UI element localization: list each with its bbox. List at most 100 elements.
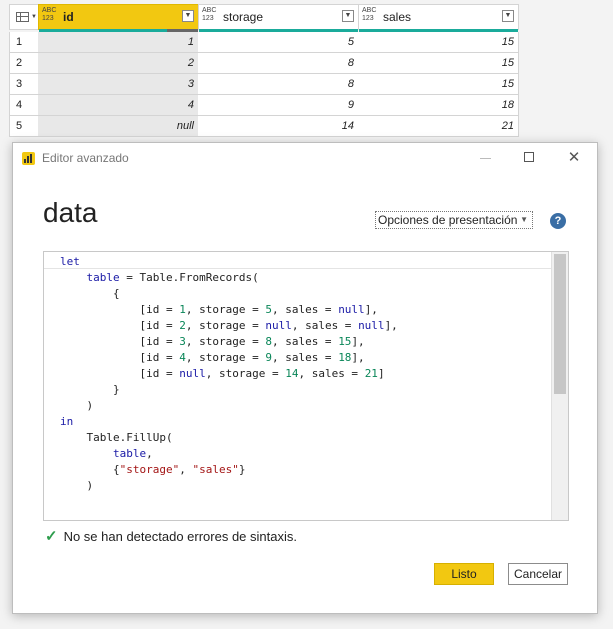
code-token: ) xyxy=(60,479,94,492)
code-token: [id = xyxy=(60,319,180,332)
cell-id[interactable]: 3 xyxy=(38,74,199,95)
row-number[interactable]: 5 xyxy=(9,116,39,137)
code-line: { xyxy=(60,286,398,302)
code-line: } xyxy=(60,382,398,398)
cell-storage[interactable]: 14 xyxy=(198,116,359,137)
code-token: 5 xyxy=(265,303,272,316)
type-icon-any: ABC 123 xyxy=(202,7,217,22)
code-line: [id = 1, storage = 5, sales = null], xyxy=(60,302,398,318)
cancel-button[interactable]: Cancelar xyxy=(508,563,568,585)
code-token: ], xyxy=(351,335,365,348)
code-token: 1 xyxy=(179,303,186,316)
code-token: , sales = xyxy=(271,335,339,348)
table-menu-button[interactable]: ▼ xyxy=(9,4,39,30)
checkmark-icon: ✓ xyxy=(45,528,58,545)
code-line: in xyxy=(60,414,398,430)
table-row[interactable]: 3 3 8 15 xyxy=(9,74,519,95)
cell-storage[interactable]: 8 xyxy=(198,74,359,95)
code-token: ) xyxy=(60,399,94,412)
grid-body: 1 1 5 15 2 2 8 15 3 3 8 15 4 4 9 18 5 null 14 21 xyxy=(9,32,519,137)
code-line: ) xyxy=(60,478,398,494)
cell-storage[interactable]: 5 xyxy=(198,32,359,53)
title-bar[interactable]: Editor avanzado ✕ xyxy=(13,143,597,173)
code-text[interactable]: let table = Table.FromRecords( { [id = 1… xyxy=(60,254,398,494)
code-token: [id = xyxy=(60,335,180,348)
code-line: table = Table.FromRecords( xyxy=(60,270,398,286)
cell-sales[interactable]: 21 xyxy=(358,116,519,137)
column-name: id xyxy=(63,10,74,24)
cell-sales[interactable]: 18 xyxy=(358,95,519,116)
cell-id[interactable]: 4 xyxy=(38,95,199,116)
code-editor[interactable]: let table = Table.FromRecords( { [id = 1… xyxy=(43,251,569,521)
maximize-button[interactable] xyxy=(515,147,543,169)
code-token: [id = xyxy=(60,303,180,316)
help-icon[interactable]: ? xyxy=(550,213,566,229)
filter-dropdown-icon[interactable]: ▼ xyxy=(342,10,354,22)
code-token: { xyxy=(60,463,120,476)
chevron-down-icon: ▼ xyxy=(520,215,528,224)
cell-storage[interactable]: 9 xyxy=(198,95,359,116)
code-token: , sales = xyxy=(291,319,359,332)
done-button[interactable]: Listo xyxy=(434,563,494,585)
window-title: Editor avanzado xyxy=(42,151,129,165)
code-token: let xyxy=(60,255,80,268)
cell-storage[interactable]: 8 xyxy=(198,53,359,74)
cell-id[interactable]: 1 xyxy=(38,32,199,53)
code-line: ) xyxy=(60,398,398,414)
type-icon-any: ABC 123 xyxy=(362,7,377,22)
scrollbar-thumb[interactable] xyxy=(554,254,566,394)
code-token: [id = xyxy=(60,351,180,364)
syntax-status-text: No se han detectado errores de sintaxis. xyxy=(63,529,297,544)
vertical-scrollbar[interactable] xyxy=(551,252,568,520)
code-token: , storage = xyxy=(185,351,266,364)
table-row[interactable]: 4 4 9 18 xyxy=(9,95,519,116)
code-token: null xyxy=(338,303,365,316)
code-line: [id = 3, storage = 8, sales = 15], xyxy=(60,334,398,350)
code-line: [id = 4, storage = 9, sales = 18], xyxy=(60,350,398,366)
code-token: 8 xyxy=(265,335,272,348)
code-token: ] xyxy=(377,367,385,380)
code-token: null xyxy=(265,319,292,332)
code-token: 2 xyxy=(179,319,186,332)
table-row[interactable]: 5 null 14 21 xyxy=(9,116,519,137)
row-number[interactable]: 1 xyxy=(9,32,39,53)
column-header-sales[interactable]: ABC 123 sales ▼ xyxy=(358,4,519,33)
data-grid: ▼ ABC 123 id ▼ ABC 123 storage ▼ ABC 123 sa… xyxy=(9,4,519,137)
cell-sales[interactable]: 15 xyxy=(358,74,519,95)
code-token: Table.FillUp( xyxy=(60,431,173,444)
column-name: sales xyxy=(383,10,412,24)
minimize-button[interactable] xyxy=(472,147,500,169)
query-name: data xyxy=(43,197,98,228)
code-token: 9 xyxy=(265,351,272,364)
cell-sales[interactable]: 15 xyxy=(358,53,519,74)
filter-dropdown-icon[interactable]: ▼ xyxy=(502,10,514,22)
table-icon xyxy=(16,12,29,22)
close-button[interactable]: ✕ xyxy=(560,147,588,169)
power-bi-logo-icon xyxy=(22,152,35,165)
cell-id[interactable]: 2 xyxy=(38,53,199,74)
syntax-status: ✓ No se han detectado errores de sintaxis… xyxy=(45,527,297,545)
code-token: , storage = xyxy=(185,335,266,348)
code-token: } xyxy=(238,463,246,476)
row-number[interactable]: 4 xyxy=(9,95,39,116)
column-header-storage[interactable]: ABC 123 storage ▼ xyxy=(198,4,359,33)
code-token: , sales = xyxy=(271,303,339,316)
table-row[interactable]: 1 1 5 15 xyxy=(9,32,519,53)
code-token: 15 xyxy=(338,335,352,348)
code-token: , storage = xyxy=(185,303,266,316)
row-number[interactable]: 3 xyxy=(9,74,39,95)
code-token: null xyxy=(179,367,206,380)
code-token: table xyxy=(86,271,120,284)
filter-dropdown-icon[interactable]: ▼ xyxy=(182,10,194,22)
display-options-dropdown[interactable]: Opciones de presentación ▼ xyxy=(375,211,533,229)
cell-sales[interactable]: 15 xyxy=(358,32,519,53)
advanced-editor-dialog: Editor avanzado ✕ data Opciones de prese… xyxy=(12,142,598,614)
code-line: table, xyxy=(60,446,398,462)
cell-id[interactable]: null xyxy=(38,116,199,137)
table-row[interactable]: 2 2 8 15 xyxy=(9,53,519,74)
column-header-id[interactable]: ABC 123 id ▼ xyxy=(38,4,199,33)
code-token: [id = xyxy=(60,367,180,380)
code-token: ], xyxy=(364,303,378,316)
row-number[interactable]: 2 xyxy=(9,53,39,74)
